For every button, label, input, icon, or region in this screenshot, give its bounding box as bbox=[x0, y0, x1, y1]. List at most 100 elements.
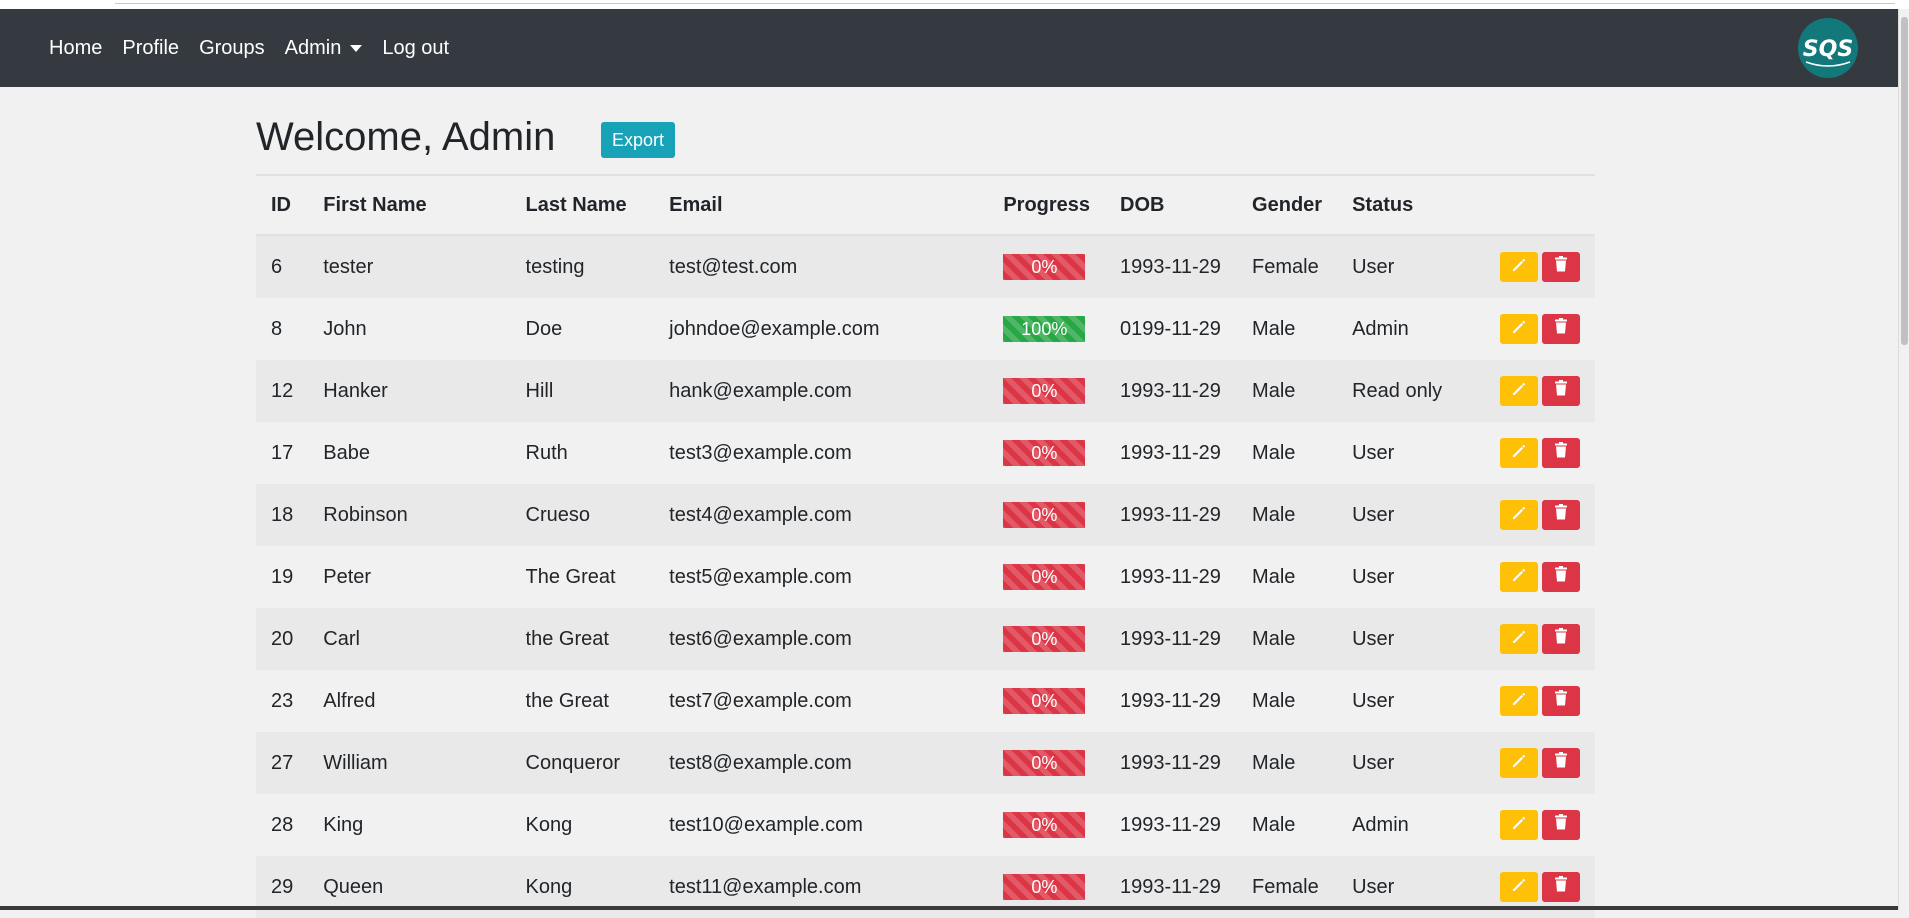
pencil-icon bbox=[1511, 752, 1527, 775]
edit-button[interactable] bbox=[1500, 252, 1538, 282]
trash-icon bbox=[1553, 875, 1569, 899]
row-actions bbox=[1476, 748, 1580, 778]
cell-id: 17 bbox=[271, 441, 294, 464]
progress-bar: 0% bbox=[1003, 378, 1086, 404]
table-header-row: ID First Name Last Name Email Progress D… bbox=[256, 174, 1595, 236]
cell-progress: 0% bbox=[988, 670, 1105, 732]
table-row: 17 Babe Ruth test3@example.com 0% 1993-11-29 M… bbox=[256, 422, 1595, 484]
header-id: ID bbox=[256, 174, 309, 236]
scrollbar-thumb[interactable] bbox=[1901, 17, 1908, 345]
edit-button[interactable] bbox=[1500, 624, 1538, 654]
cell-email: test8@example.com bbox=[669, 751, 852, 774]
row-actions bbox=[1476, 686, 1580, 716]
delete-button[interactable] bbox=[1542, 500, 1580, 530]
cell-actions bbox=[1461, 670, 1595, 732]
delete-button[interactable] bbox=[1542, 314, 1580, 344]
cell-dob: 1993-11-29 bbox=[1120, 441, 1221, 464]
edit-button[interactable] bbox=[1500, 376, 1538, 406]
cell-dob: 1993-11-29 bbox=[1120, 751, 1221, 774]
cell-id: 28 bbox=[271, 813, 294, 836]
cell-actions bbox=[1461, 794, 1595, 856]
page-scrollbar[interactable] bbox=[1898, 9, 1909, 910]
browser-address-bar-edge bbox=[115, 0, 1895, 4]
delete-button[interactable] bbox=[1542, 810, 1580, 840]
delete-button[interactable] bbox=[1542, 624, 1580, 654]
trash-icon bbox=[1553, 317, 1569, 341]
edit-button[interactable] bbox=[1500, 686, 1538, 716]
cell-email: test6@example.com bbox=[669, 627, 852, 650]
progress-bar: 0% bbox=[1003, 564, 1086, 590]
cell-dob: 0199-11-29 bbox=[1120, 317, 1221, 340]
nav-home-link[interactable]: Home bbox=[49, 37, 102, 60]
cell-id: 23 bbox=[271, 689, 294, 712]
cell-first-name: John bbox=[323, 317, 367, 340]
export-button[interactable]: Export bbox=[601, 122, 676, 158]
cell-email: johndoe@example.com bbox=[669, 317, 880, 340]
progress-bar: 100% bbox=[1003, 316, 1086, 342]
cell-last-name: the Great bbox=[525, 689, 609, 712]
cell-actions bbox=[1461, 484, 1595, 546]
cell-last-name: Ruth bbox=[525, 441, 568, 464]
cell-email: test@test.com bbox=[669, 255, 798, 278]
cell-actions bbox=[1461, 235, 1595, 298]
cell-dob: 1993-11-29 bbox=[1120, 255, 1221, 278]
edit-button[interactable] bbox=[1500, 748, 1538, 778]
row-actions bbox=[1476, 376, 1580, 406]
progress-bar: 0% bbox=[1003, 254, 1086, 280]
delete-button[interactable] bbox=[1542, 438, 1580, 468]
pencil-icon bbox=[1511, 876, 1527, 899]
edit-button[interactable] bbox=[1500, 500, 1538, 530]
cell-gender: Female bbox=[1252, 255, 1319, 278]
cell-id: 8 bbox=[271, 317, 283, 340]
browser-top-strip bbox=[0, 0, 1909, 9]
cell-email: test10@example.com bbox=[669, 813, 863, 836]
cell-first-name: Carl bbox=[323, 627, 360, 650]
cell-progress: 0% bbox=[988, 484, 1105, 546]
row-actions bbox=[1476, 562, 1580, 592]
cell-progress: 0% bbox=[988, 235, 1105, 298]
cell-status: User bbox=[1352, 627, 1395, 650]
delete-button[interactable] bbox=[1542, 748, 1580, 778]
cell-dob: 1993-11-29 bbox=[1120, 627, 1221, 650]
cell-actions bbox=[1461, 608, 1595, 670]
heading-row: Welcome, Admin Export bbox=[256, 87, 1595, 174]
cell-id: 19 bbox=[271, 565, 294, 588]
delete-button[interactable] bbox=[1542, 562, 1580, 592]
edit-button[interactable] bbox=[1500, 872, 1538, 902]
row-actions bbox=[1476, 500, 1580, 530]
delete-button[interactable] bbox=[1542, 872, 1580, 902]
nav-admin-dropdown[interactable]: Admin bbox=[285, 37, 363, 60]
header-actions bbox=[1461, 174, 1595, 236]
cell-status: User bbox=[1352, 503, 1395, 526]
row-actions bbox=[1476, 438, 1580, 468]
sqs-logo[interactable]: SQS bbox=[1796, 18, 1860, 78]
cell-first-name: Robinson bbox=[323, 503, 408, 526]
cell-last-name: Conqueror bbox=[525, 751, 621, 774]
cell-gender: Male bbox=[1252, 813, 1296, 836]
edit-button[interactable] bbox=[1500, 810, 1538, 840]
cell-actions bbox=[1461, 422, 1595, 484]
navbar: Home Profile Groups Admin Log out SQS bbox=[0, 9, 1898, 87]
edit-button[interactable] bbox=[1500, 314, 1538, 344]
delete-button[interactable] bbox=[1542, 252, 1580, 282]
trash-icon bbox=[1553, 689, 1569, 713]
table-row: 8 John Doe johndoe@example.com 100% 0199-11-2… bbox=[256, 298, 1595, 360]
cell-email: test7@example.com bbox=[669, 689, 852, 712]
nav-profile-link[interactable]: Profile bbox=[122, 37, 179, 60]
cell-actions bbox=[1461, 298, 1595, 360]
table-row: 23 Alfred the Great test7@example.com 0% 1993… bbox=[256, 670, 1595, 732]
nav-groups-link[interactable]: Groups bbox=[199, 37, 265, 60]
edit-button[interactable] bbox=[1500, 438, 1538, 468]
table-body: 6 tester testing test@test.com 0% 1993-11-29 F… bbox=[256, 235, 1595, 918]
edit-button[interactable] bbox=[1500, 562, 1538, 592]
pencil-icon bbox=[1511, 566, 1527, 589]
delete-button[interactable] bbox=[1542, 376, 1580, 406]
cell-progress: 0% bbox=[988, 546, 1105, 608]
delete-button[interactable] bbox=[1542, 686, 1580, 716]
progress-bar: 0% bbox=[1003, 440, 1086, 466]
cell-progress: 0% bbox=[988, 608, 1105, 670]
trash-icon bbox=[1553, 441, 1569, 465]
nav-logout-link[interactable]: Log out bbox=[382, 37, 449, 60]
cell-first-name: tester bbox=[323, 255, 374, 278]
cell-progress: 100% bbox=[988, 298, 1105, 360]
